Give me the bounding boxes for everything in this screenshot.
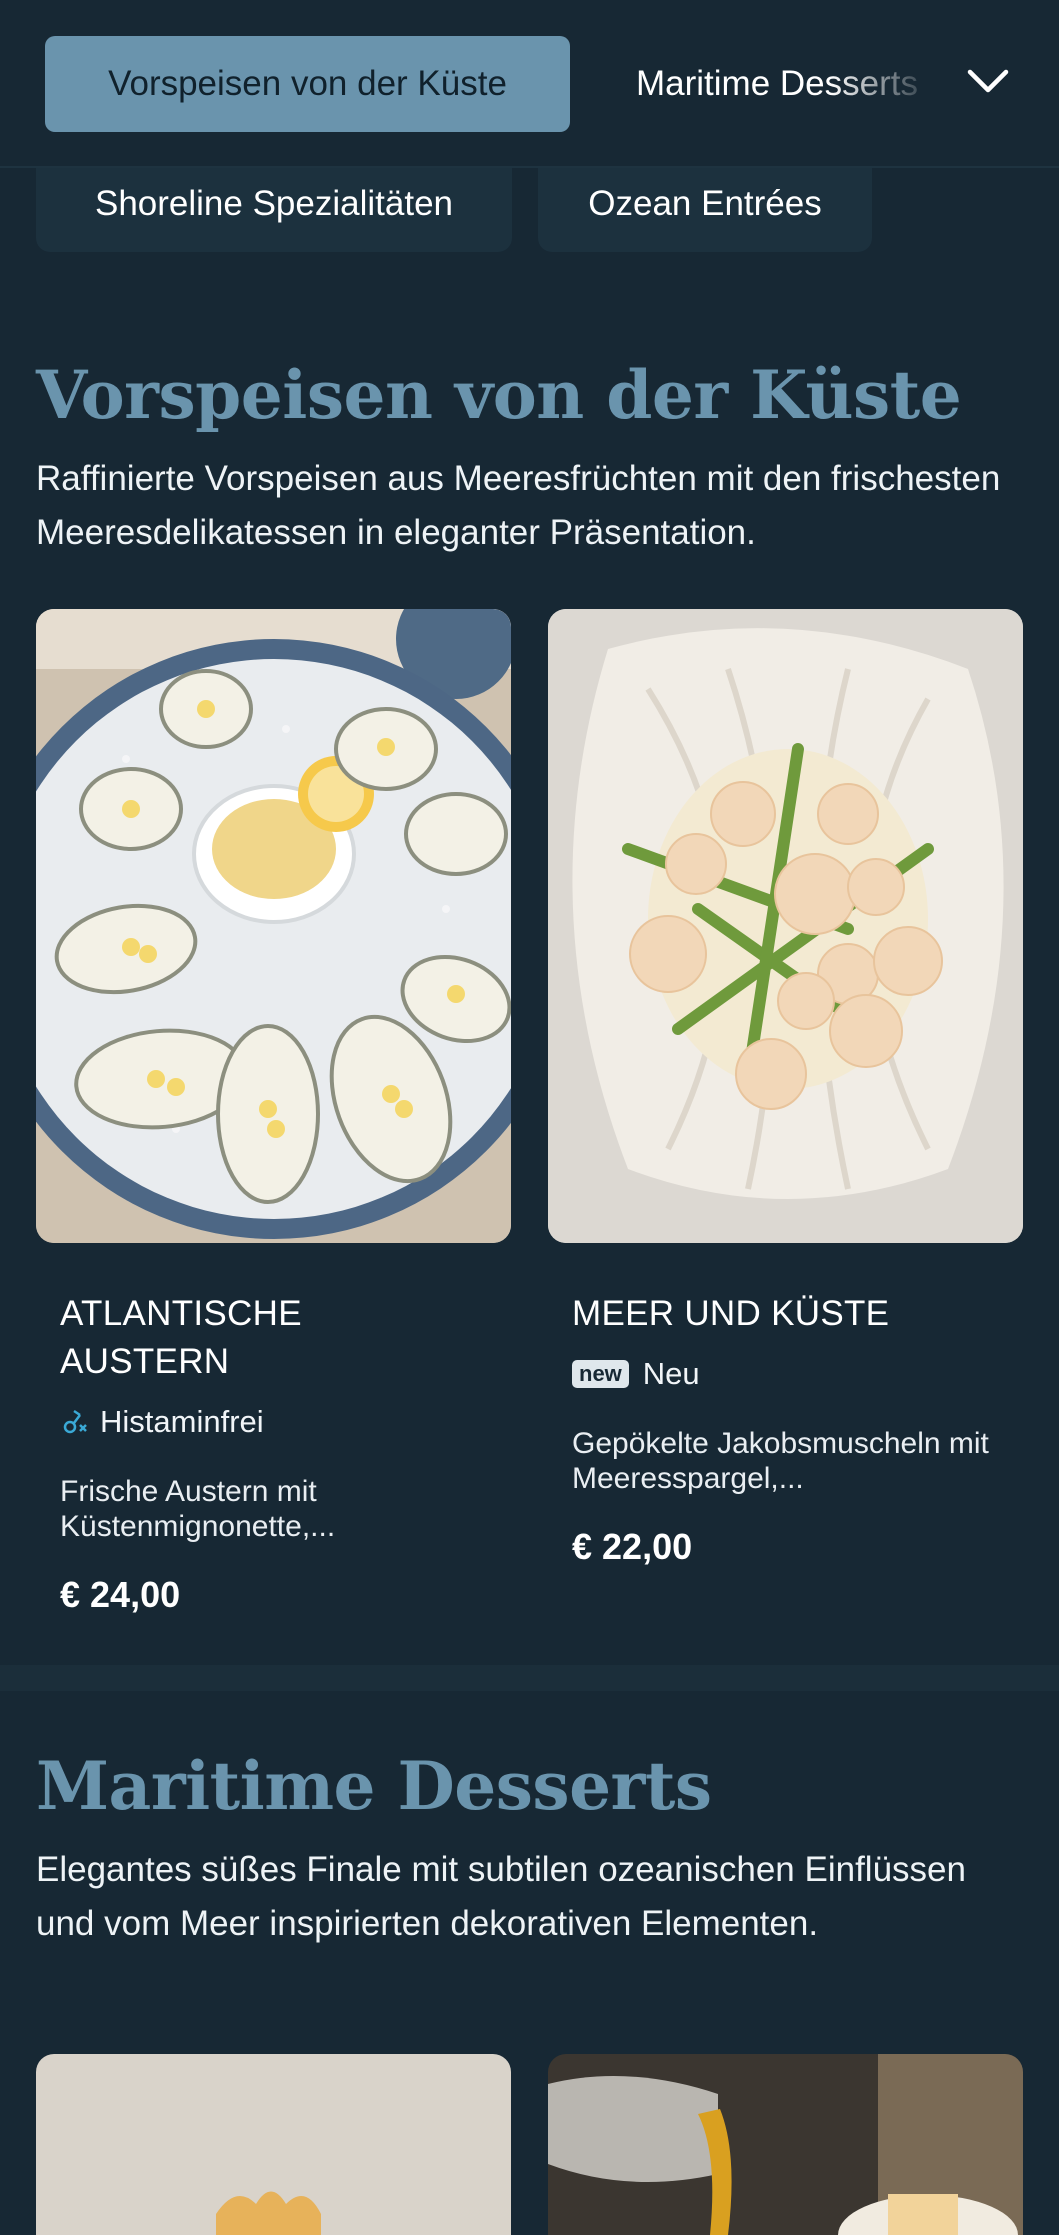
new-badge-icon: new — [572, 1360, 629, 1388]
tag-histaminfrei: Histaminfrei — [60, 1404, 264, 1440]
chip-ozean-entrees[interactable]: Ozean Entrées — [538, 168, 872, 252]
scallops-image[interactable] — [548, 609, 1023, 1243]
chip-shoreline-spezialitaeten[interactable]: Shoreline Spezialitäten — [36, 168, 512, 252]
item-description-meer-und-kueste: Gepökelte Jakobsmuscheln mit Meeressparg… — [572, 1427, 989, 1495]
tag-neu: new Neu — [572, 1356, 700, 1392]
chevron-down-icon[interactable] — [962, 56, 1014, 108]
section-description-vorspeisen: Raffinierte Vorspeisen aus Meeresfrüchte… — [36, 459, 1001, 552]
section-description-maritime-desserts: Elegantes süßes Finale mit subtilen ozea… — [36, 1850, 966, 1943]
section-divider — [0, 1665, 1059, 1691]
item-price-austern: € 24,00 — [60, 1574, 181, 1615]
dessert-image-1[interactable] — [36, 2054, 511, 2235]
oysters-image[interactable] — [36, 609, 511, 1243]
tag-label: Neu — [642, 1356, 700, 1391]
tab-maritime-desserts[interactable]: Maritime Desserts — [636, 36, 936, 132]
category-nav-bar: Vorspeisen von der Küste Maritime Desser… — [0, 0, 1059, 168]
section-title-maritime-desserts: Maritime Desserts — [36, 1747, 712, 1825]
histamine-free-icon — [63, 1409, 87, 1434]
tab-vorspeisen[interactable]: Vorspeisen von der Küste — [45, 36, 570, 132]
item-description-austern: Frische Austern mit Küstenmignonette,... — [60, 1475, 336, 1543]
item-title-meer-und-kueste[interactable]: MEER UND KÜSTE — [572, 1290, 1012, 1338]
item-price-meer-und-kueste: € 22,00 — [572, 1526, 693, 1567]
dessert-image-2[interactable] — [548, 2054, 1023, 2235]
tag-label: Histaminfrei — [100, 1404, 264, 1439]
section-title-vorspeisen: Vorspeisen von der Küste — [36, 356, 962, 434]
item-title-atlantische-austern[interactable]: ATLANTISCHE AUSTERN — [60, 1290, 460, 1386]
